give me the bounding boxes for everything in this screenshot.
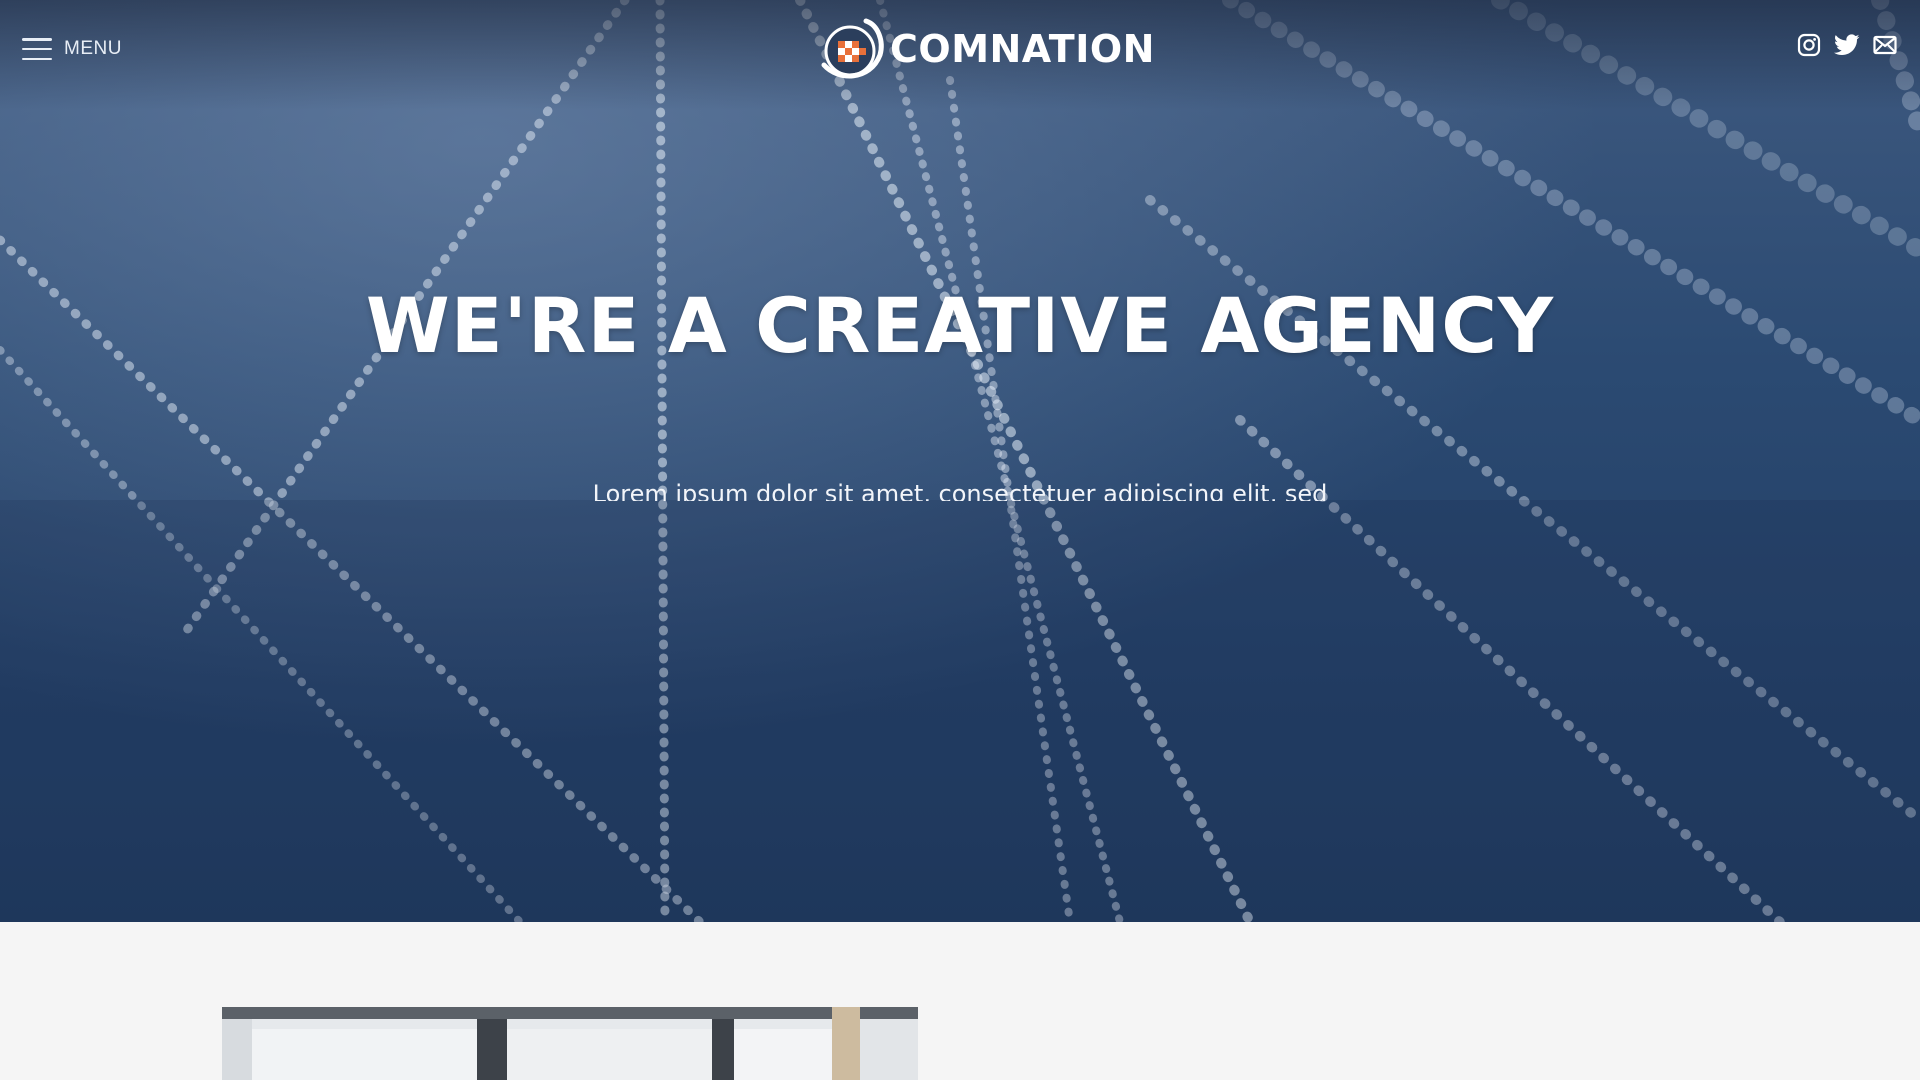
- site-header: MENU COMNATION: [0, 0, 1920, 96]
- instagram-icon: [1797, 33, 1821, 57]
- instagram-link[interactable]: [1796, 32, 1822, 58]
- globe-logo-icon: [821, 18, 884, 79]
- content-image: [222, 1007, 918, 1080]
- brand-logo[interactable]: COMNATION: [818, 14, 1155, 84]
- hero-overlay: [0, 500, 1920, 922]
- mail-icon: [1873, 35, 1897, 55]
- office-window-image: [222, 1007, 918, 1080]
- hamburger-icon: [22, 38, 52, 60]
- hero-subtitle-container: Lorem ipsum dolor sit amet, consectetuer…: [360, 476, 1560, 501]
- social-links: [1796, 32, 1898, 58]
- twitter-icon: [1834, 34, 1860, 55]
- menu-label: MENU: [64, 38, 122, 59]
- hero-section: [0, 0, 1920, 922]
- hero-subtitle: Lorem ipsum dolor sit amet, consectetuer…: [592, 480, 1328, 501]
- menu-button[interactable]: MENU: [22, 34, 122, 64]
- mail-link[interactable]: [1872, 32, 1898, 58]
- twitter-link[interactable]: [1834, 32, 1860, 58]
- hero-title: WE'RE A CREATIVE AGENCY: [365, 281, 1555, 370]
- brand-name: COMNATION: [890, 27, 1155, 71]
